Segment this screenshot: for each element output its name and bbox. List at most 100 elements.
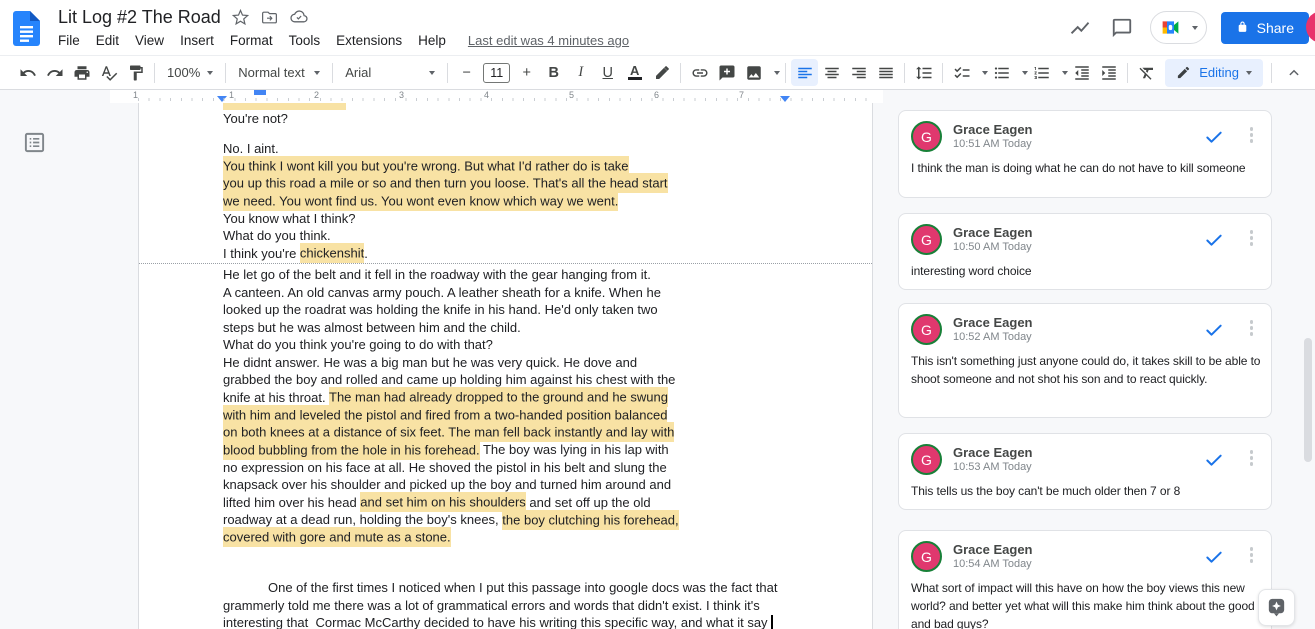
justify-button[interactable]	[872, 59, 899, 86]
right-margin-marker[interactable]	[780, 96, 790, 102]
document-title[interactable]: Lit Log #2 The Road	[58, 7, 221, 28]
add-comment-button[interactable]	[713, 59, 740, 86]
commenter-avatar: G	[911, 121, 942, 152]
align-center-button[interactable]	[818, 59, 845, 86]
increase-indent-button[interactable]	[1095, 59, 1122, 86]
paint-format-button[interactable]	[122, 59, 149, 86]
decrease-indent-button[interactable]	[1068, 59, 1095, 86]
menu-file[interactable]: File	[58, 30, 88, 51]
doc-line: You know what I think?	[139, 210, 872, 228]
paragraph-styles-select[interactable]: Normal text	[231, 60, 327, 86]
ruler-number: 5	[569, 91, 574, 100]
comment-card[interactable]: GGrace Eagen10:53 AM TodayThis tells us …	[898, 433, 1272, 510]
doc-line	[139, 562, 872, 579]
resolve-comment-button[interactable]	[1203, 126, 1225, 148]
clear-formatting-button[interactable]	[1133, 59, 1160, 86]
chevron-down-icon[interactable]	[774, 71, 780, 75]
doc-line: no expression on his face at all. He sho…	[139, 459, 872, 477]
menu-insert[interactable]: Insert	[172, 30, 222, 51]
left-margin-marker[interactable]	[217, 96, 227, 102]
commenter-name: Grace Eagen	[953, 122, 1033, 137]
comment-timestamp: 10:51 AM Today	[953, 138, 1033, 151]
insert-link-button[interactable]	[686, 59, 713, 86]
menu-edit[interactable]: Edit	[88, 30, 127, 51]
comment-options-button[interactable]	[1248, 545, 1256, 565]
comment-card[interactable]: GGrace Eagen10:52 AM TodayThis isn't som…	[898, 303, 1272, 418]
ruler[interactable]: 11234567	[110, 90, 883, 103]
doc-line-clipped	[139, 103, 872, 110]
sparkle-marker-icon	[1265, 596, 1288, 619]
share-label: Share	[1257, 20, 1294, 36]
document-page[interactable]: You're not?No. I aint.You think I wont k…	[138, 103, 873, 629]
italic-button[interactable]: I	[567, 59, 594, 86]
highlighted-text: blood bubbling from the hole in his fore…	[223, 440, 480, 460]
resolve-comment-button[interactable]	[1203, 229, 1225, 251]
menu-bar: FileEditViewInsertFormatToolsExtensionsH…	[58, 30, 454, 51]
collapse-toolbar-button[interactable]	[1280, 59, 1307, 86]
comment-text: interesting word choice	[911, 262, 1263, 280]
first-line-indent-marker[interactable]	[254, 90, 266, 95]
doc-line: One of the first times I noticed when I …	[139, 579, 872, 597]
font-select[interactable]: Arial	[338, 60, 442, 86]
text-color-button[interactable]: A	[621, 59, 648, 86]
resolve-comment-button[interactable]	[1203, 449, 1225, 471]
underline-button[interactable]: U	[594, 59, 621, 86]
bold-button[interactable]: B	[540, 59, 567, 86]
highlighted-text: covered with gore and mute as a stone.	[223, 527, 451, 547]
comment-card[interactable]: GGrace Eagen10:54 AM TodayWhat sort of i…	[898, 530, 1272, 629]
mode-label: Editing	[1199, 65, 1239, 80]
doc-line: we need. You wont find us. You wont even…	[139, 192, 872, 210]
menu-format[interactable]: Format	[222, 30, 281, 51]
ruler-number: 1	[229, 91, 234, 100]
toolbar-divider	[680, 63, 681, 83]
star-icon[interactable]	[232, 8, 250, 26]
menu-help[interactable]: Help	[410, 30, 454, 51]
chevron-down-icon	[1246, 71, 1252, 75]
menu-extensions[interactable]: Extensions	[328, 30, 410, 51]
comment-card[interactable]: GGrace Eagen10:51 AM TodayI think the ma…	[898, 110, 1272, 198]
toolbar-divider	[1271, 63, 1272, 83]
meet-call-button[interactable]	[1150, 11, 1207, 44]
resolve-comment-button[interactable]	[1203, 319, 1225, 341]
doc-line: No. I aint.	[139, 140, 872, 158]
doc-line: on both knees at a distance of six feet.…	[139, 424, 872, 442]
scrollbar-thumb[interactable]	[1304, 338, 1312, 462]
cloud-saved-icon[interactable]	[290, 8, 308, 26]
mode-button[interactable]: Editing	[1165, 59, 1263, 87]
spellcheck-button[interactable]	[95, 59, 122, 86]
menu-view[interactable]: View	[127, 30, 172, 51]
chevron-down-icon	[207, 71, 213, 75]
move-folder-icon[interactable]	[261, 8, 279, 26]
docs-logo-icon[interactable]	[13, 11, 40, 46]
open-comments-icon[interactable]	[1108, 14, 1136, 42]
show-outline-button[interactable]	[21, 129, 47, 155]
align-left-button[interactable]	[791, 59, 818, 86]
last-edit-link[interactable]: Last edit was 4 minutes ago	[468, 33, 629, 48]
menu-tools[interactable]: Tools	[281, 30, 329, 51]
comment-options-button[interactable]	[1248, 318, 1256, 338]
highlight-color-button[interactable]	[648, 59, 675, 86]
comment-card[interactable]: GGrace Eagen10:50 AM Todayinteresting wo…	[898, 213, 1272, 290]
comment-timestamp: 10:50 AM Today	[953, 241, 1033, 254]
numbered-list-button[interactable]	[1028, 59, 1055, 86]
resolve-comment-button[interactable]	[1203, 546, 1225, 568]
print-button[interactable]	[68, 59, 95, 86]
increase-font-size-button[interactable]: +	[513, 59, 540, 86]
comment-text: What sort of impact will this have on ho…	[911, 579, 1263, 629]
align-right-button[interactable]	[845, 59, 872, 86]
decrease-font-size-button[interactable]: −	[453, 59, 480, 86]
comment-options-button[interactable]	[1248, 448, 1256, 468]
checklist-button[interactable]	[948, 59, 975, 86]
zoom-select[interactable]: 100%	[160, 60, 220, 86]
redo-button[interactable]	[41, 59, 68, 86]
comment-options-button[interactable]	[1248, 125, 1256, 145]
insert-image-button[interactable]	[740, 59, 767, 86]
font-size-value[interactable]: 11	[483, 63, 510, 83]
sparkle-marker-button[interactable]	[1258, 589, 1295, 626]
line-spacing-button[interactable]	[910, 59, 937, 86]
comment-options-button[interactable]	[1248, 228, 1256, 248]
bulleted-list-button[interactable]	[988, 59, 1015, 86]
undo-button[interactable]	[14, 59, 41, 86]
activity-icon[interactable]	[1066, 14, 1094, 42]
share-button[interactable]: Share	[1221, 12, 1309, 44]
